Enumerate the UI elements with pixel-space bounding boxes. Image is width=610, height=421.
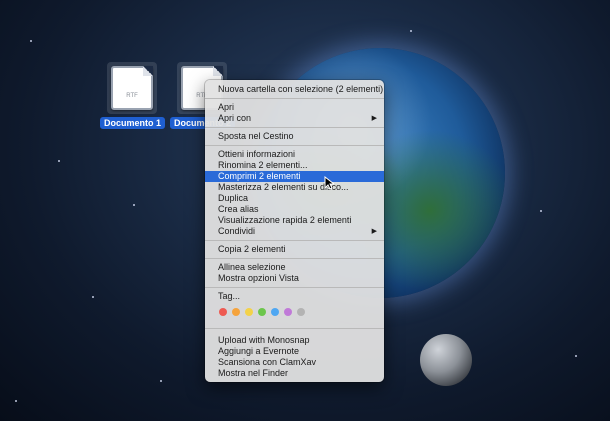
star [15, 400, 17, 402]
menu-separator [205, 287, 384, 288]
menu-item-label: Apri con [218, 113, 252, 123]
menu-item-monosnap[interactable]: Upload with Monosnap [205, 335, 384, 346]
menu-item-open[interactable]: Apri [205, 102, 384, 113]
menu-item-clean-up-selection[interactable]: Allinea selezione [205, 262, 384, 273]
menu-separator [205, 145, 384, 146]
star [410, 30, 412, 32]
tag-gray-dot[interactable] [297, 308, 305, 316]
menu-item-tags[interactable]: Tag... [205, 291, 384, 302]
menu-item-rename[interactable]: Rinomina 2 elementi... [205, 160, 384, 171]
desktop-file-icon[interactable]: RTF Documento 1 [100, 62, 166, 129]
moon [420, 334, 472, 386]
menu-item-share[interactable]: Condividi ▶ [205, 226, 384, 237]
menu-item-clamxav[interactable]: Scansiona con ClamXav [205, 357, 384, 368]
tag-red-dot[interactable] [219, 308, 227, 316]
tag-blue-dot[interactable] [271, 308, 279, 316]
file-ext-label: RTF [126, 93, 138, 99]
file-icon-frame: RTF [107, 62, 157, 114]
star [540, 210, 542, 212]
menu-separator [205, 258, 384, 259]
menu-item-burn[interactable]: Masterizza 2 elementi su disco... [205, 182, 384, 193]
star [30, 40, 32, 42]
menu-item-copy[interactable]: Copia 2 elementi [205, 244, 384, 255]
submenu-arrow-icon: ▶ [371, 115, 377, 122]
menu-item-duplicate[interactable]: Duplica [205, 193, 384, 204]
menu-item-get-info[interactable]: Ottieni informazioni [205, 149, 384, 160]
rtf-file-icon: RTF [111, 66, 153, 110]
submenu-arrow-icon: ▶ [371, 228, 377, 235]
file-name-label[interactable]: Documento 1 [100, 117, 166, 129]
menu-separator [205, 328, 384, 329]
menu-item-move-to-trash[interactable]: Sposta nel Cestino [205, 131, 384, 142]
menu-item-new-folder[interactable]: Nuova cartella con selezione (2 elementi… [205, 84, 384, 95]
tag-yellow-dot[interactable] [245, 308, 253, 316]
menu-item-label: Condividi [218, 226, 256, 236]
menu-item-show-in-finder[interactable]: Mostra nel Finder [205, 368, 384, 379]
menu-item-make-alias[interactable]: Crea alias [205, 204, 384, 215]
star [133, 204, 135, 206]
context-menu: Nuova cartella con selezione (2 elementi… [205, 80, 384, 382]
tag-purple-dot[interactable] [284, 308, 292, 316]
menu-separator [205, 240, 384, 241]
menu-item-evernote[interactable]: Aggiungi a Evernote [205, 346, 384, 357]
star [58, 160, 60, 162]
menu-item-compress[interactable]: Comprimi 2 elementi [205, 171, 384, 182]
mouse-pointer-icon [324, 176, 334, 190]
menu-separator [205, 127, 384, 128]
tag-color-row [205, 305, 384, 319]
star [575, 355, 577, 357]
menu-item-open-with[interactable]: Apri con ▶ [205, 113, 384, 124]
menu-item-show-view-options[interactable]: Mostra opzioni Vista [205, 273, 384, 284]
star [160, 380, 162, 382]
tag-green-dot[interactable] [258, 308, 266, 316]
tag-orange-dot[interactable] [232, 308, 240, 316]
menu-separator [205, 98, 384, 99]
star [92, 296, 94, 298]
menu-item-quick-look[interactable]: Visualizzazione rapida 2 elementi [205, 215, 384, 226]
